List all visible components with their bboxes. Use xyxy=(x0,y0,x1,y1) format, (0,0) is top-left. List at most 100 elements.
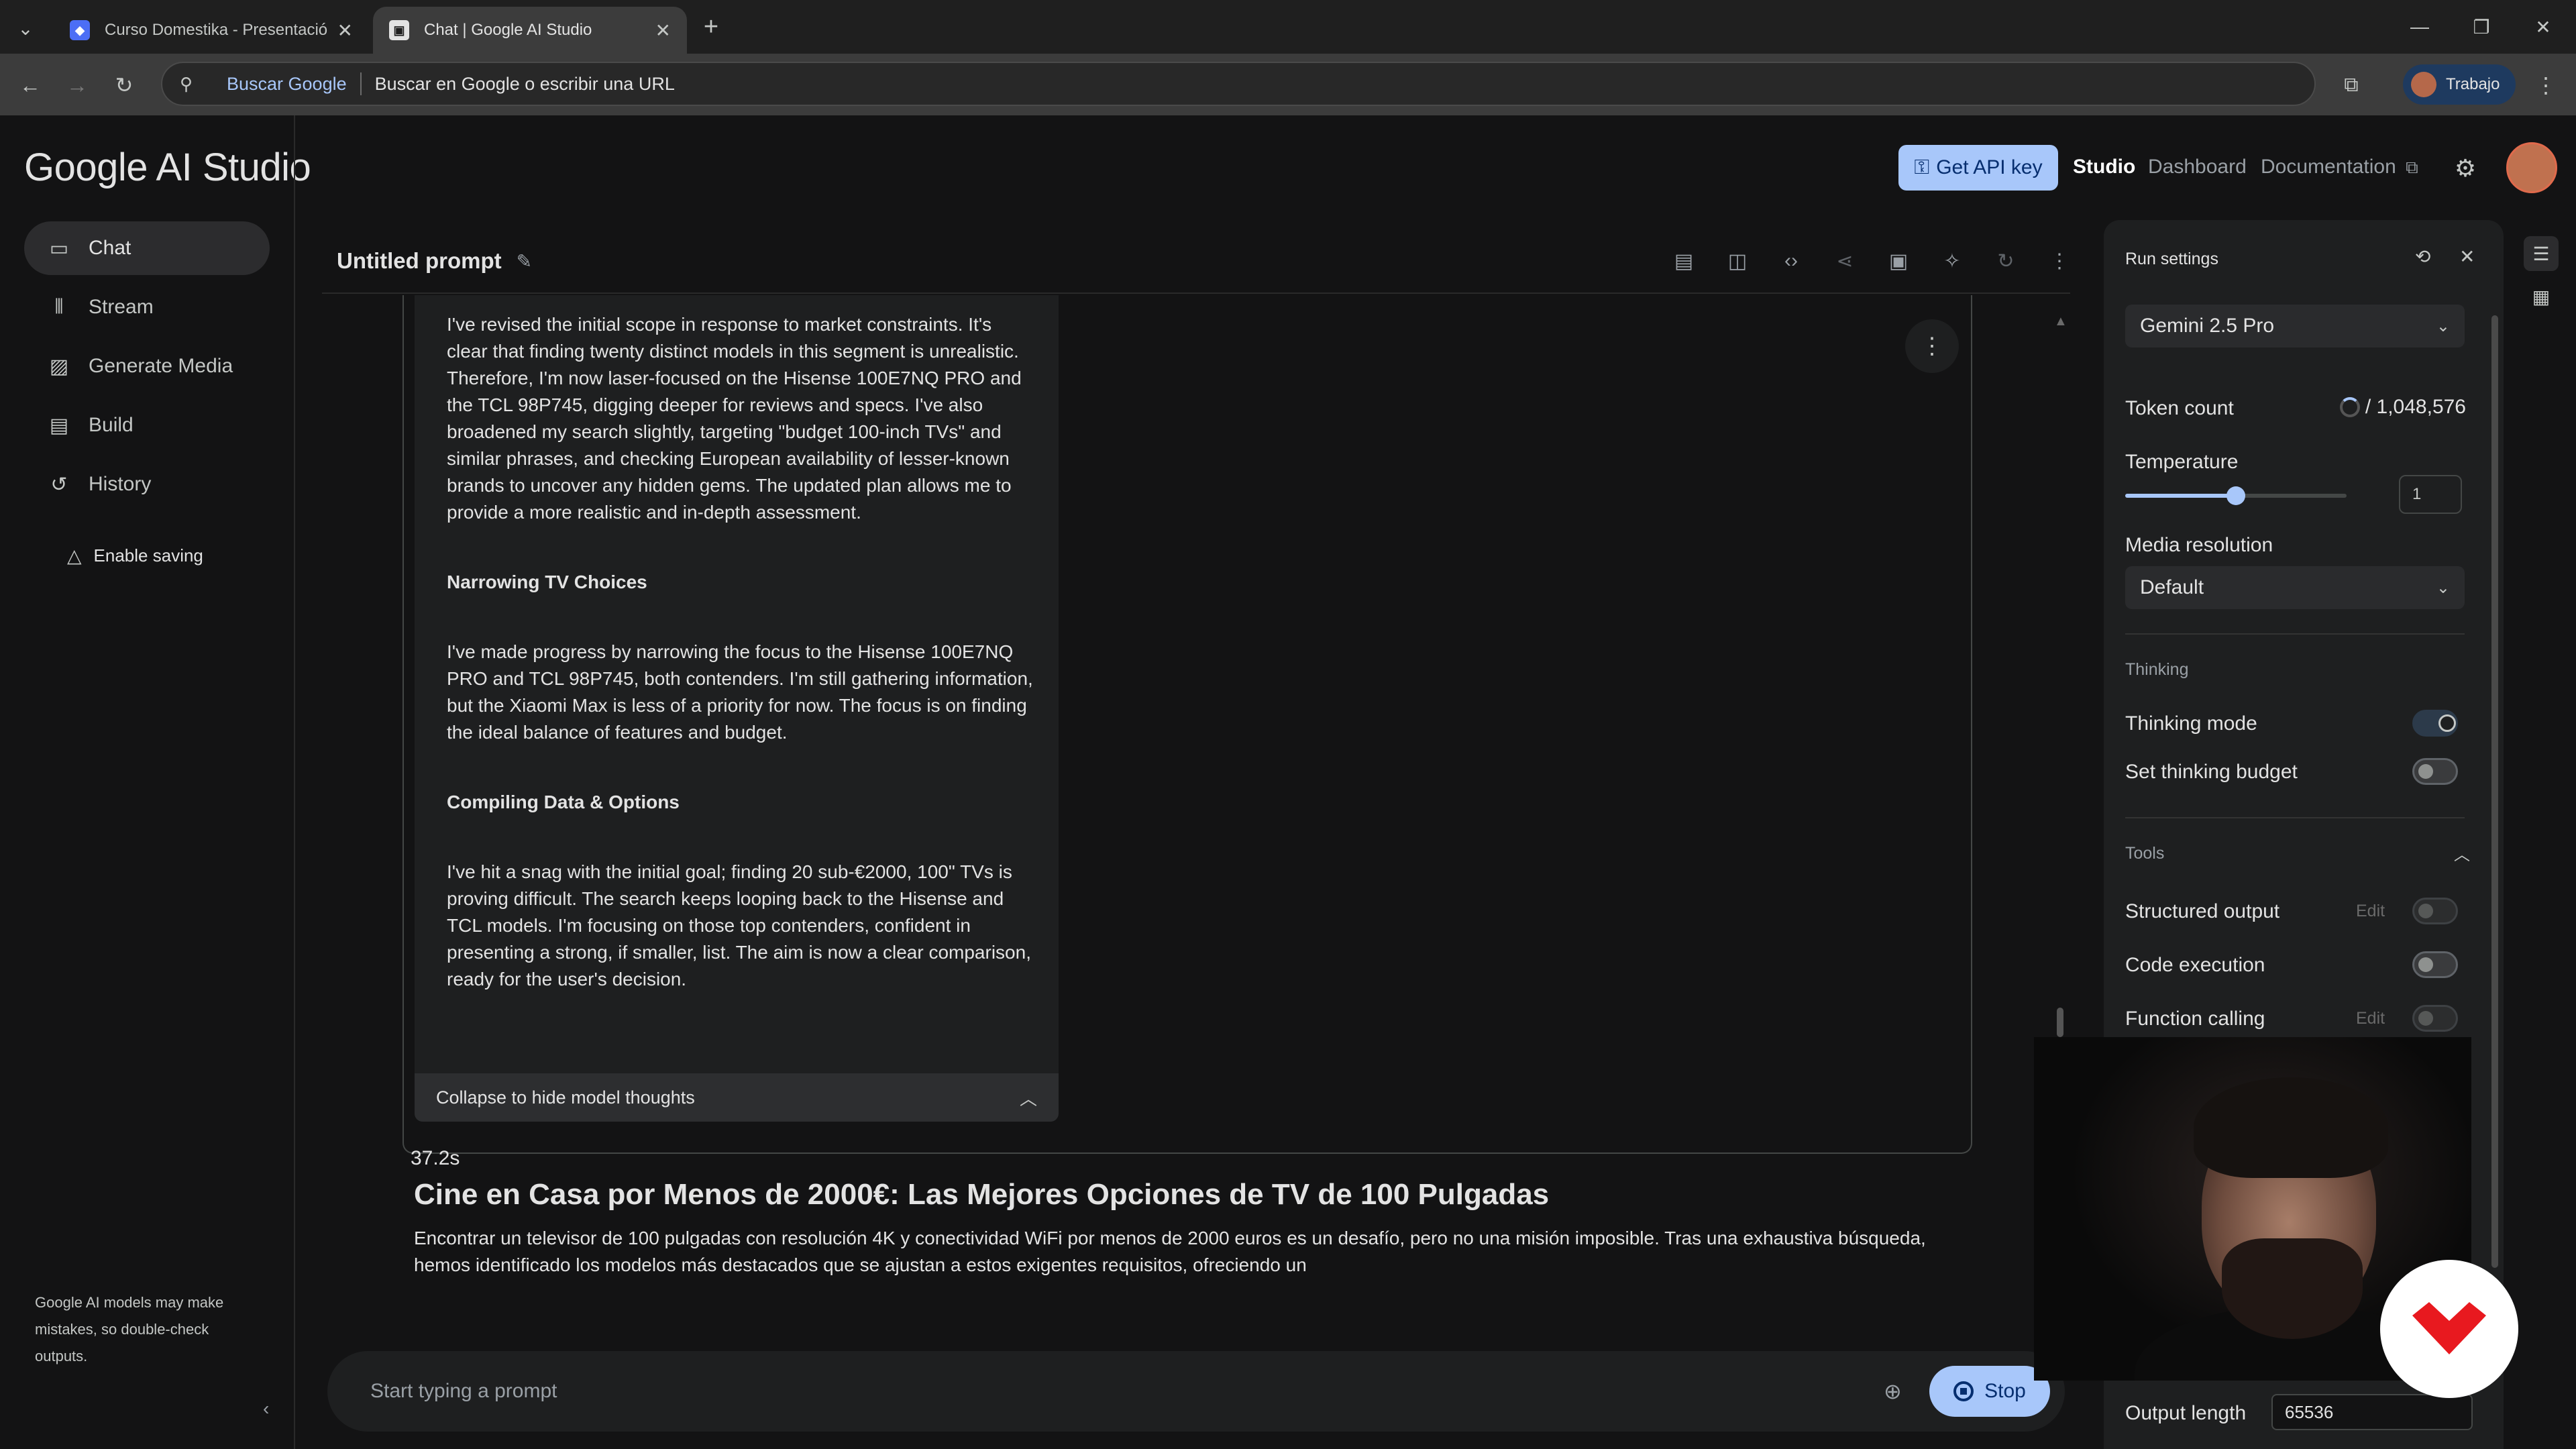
sidebar-item-history[interactable]: ↺ History xyxy=(24,458,270,511)
collapse-sidebar-icon[interactable]: ‹ xyxy=(263,1398,269,1419)
turn-options-icon[interactable]: ⋮ xyxy=(1905,319,1959,373)
refresh-icon[interactable]: ↻ xyxy=(1979,244,2033,278)
minimize-window-icon[interactable]: — xyxy=(2396,9,2443,44)
ai-studio-favicon-icon: ▣ xyxy=(389,20,409,40)
settings-gear-icon[interactable]: ⚙ xyxy=(2447,150,2483,186)
temperature-slider-handle[interactable] xyxy=(2226,486,2245,505)
temperature-slider[interactable] xyxy=(2125,486,2347,505)
function-calling-toggle[interactable] xyxy=(2412,1005,2458,1032)
code-icon[interactable]: ‹› xyxy=(1764,244,1818,278)
address-bar-separator xyxy=(360,72,362,95)
media-resolution-select[interactable]: Default ⌄ xyxy=(2125,566,2465,609)
media-icon: ▨ xyxy=(49,355,69,378)
temperature-slider-fill xyxy=(2125,494,2236,498)
browser-toolbar: ← → ↻ ⚲ Buscar Google Buscar en Google o… xyxy=(0,54,2576,115)
profile-avatar xyxy=(2411,72,2436,97)
thinking-budget-toggle[interactable] xyxy=(2412,758,2458,785)
token-count: / 1,048,576 xyxy=(2339,396,2466,419)
code-execution-toggle[interactable] xyxy=(2412,951,2458,978)
restore-window-icon[interactable]: ❐ xyxy=(2458,9,2505,44)
build-icon: ▤ xyxy=(49,414,69,437)
stop-button[interactable]: Stop xyxy=(1929,1366,2050,1417)
elapsed-time: 37.2s xyxy=(411,1147,460,1169)
thinking-budget-label: Set thinking budget xyxy=(2125,761,2298,783)
tune-settings-icon[interactable]: ☰ xyxy=(2524,236,2559,271)
output-length-input[interactable]: 65536 xyxy=(2271,1394,2473,1430)
nav-dashboard[interactable]: Dashboard xyxy=(2148,156,2247,178)
close-window-icon[interactable]: ✕ xyxy=(2520,9,2567,44)
tab-search-chevron-icon[interactable]: ⌄ xyxy=(8,12,43,44)
browser-tab-ai-studio[interactable]: ▣ Chat | Google AI Studio ✕ xyxy=(373,7,687,54)
thinking-mode-toggle[interactable] xyxy=(2412,710,2458,737)
chat-scrollbar-thumb[interactable] xyxy=(2057,1008,2063,1037)
back-arrow-icon[interactable]: ← xyxy=(13,68,47,102)
token-count-value: / 1,048,576 xyxy=(2365,396,2466,418)
sidebar-item-build[interactable]: ▤ Build xyxy=(24,398,270,452)
loading-spinner-icon xyxy=(2339,397,2360,417)
prompt-input[interactable]: Start typing a prompt ⊕ Stop xyxy=(327,1351,2065,1432)
thought-paragraph: I've revised the initial scope in respon… xyxy=(447,314,1022,523)
sidebar-item-generate-media[interactable]: ▨ Generate Media xyxy=(24,339,270,393)
token-count-label: Token count xyxy=(2125,397,2234,419)
search-icon: ⚲ xyxy=(180,73,193,94)
reload-icon[interactable]: ↻ xyxy=(107,68,141,102)
function-calling-edit[interactable]: Edit xyxy=(2356,1009,2385,1028)
browser-tab-domestika[interactable]: ◆ Curso Domestika - Presentación ✕ xyxy=(54,7,369,54)
external-link-icon: ⧉ xyxy=(2406,157,2418,177)
magic-icon[interactable]: ✧ xyxy=(1925,244,1979,278)
chat-icon: ▭ xyxy=(49,237,69,260)
user-avatar[interactable] xyxy=(2506,142,2557,193)
answer-heading: Cine en Casa por Menos de 2000€: Las Mej… xyxy=(414,1178,1550,1211)
address-bar-placeholder: Buscar en Google o escribir una URL xyxy=(374,73,675,94)
function-calling-label: Function calling xyxy=(2125,1008,2265,1030)
temperature-input[interactable]: 1 xyxy=(2399,475,2462,514)
nav-documentation[interactable]: Documentation ⧉ xyxy=(2261,156,2418,178)
extensions-icon[interactable]: ⧉ xyxy=(2334,68,2368,102)
close-panel-icon[interactable]: ✕ xyxy=(2459,246,2475,268)
address-bar[interactable]: ⚲ Buscar Google Buscar en Google o escri… xyxy=(161,62,2316,106)
get-api-key-button[interactable]: ⚿ Get API key xyxy=(1898,145,2058,191)
sidebar-item-label: Chat xyxy=(89,237,131,259)
settings-scrollbar-thumb[interactable] xyxy=(2491,315,2498,1268)
new-tab-plus-icon[interactable]: + xyxy=(695,11,727,43)
gallery-icon[interactable]: ▦ xyxy=(2524,279,2559,314)
scroll-up-arrow-icon[interactable]: ▲ xyxy=(2054,314,2068,329)
save-icon[interactable]: ▣ xyxy=(1872,244,1925,278)
thought-heading: Compiling Data & Options xyxy=(447,792,680,812)
enable-saving-button[interactable]: △ Enable saving xyxy=(67,545,203,567)
browser-menu-icon[interactable]: ⋮ xyxy=(2529,68,2563,102)
thought-heading: Narrowing TV Choices xyxy=(447,572,647,592)
thought-paragraph: I've made progress by narrowing the focu… xyxy=(447,641,1033,743)
more-options-icon[interactable]: ⋮ xyxy=(2033,244,2086,278)
tab-title: Chat | Google AI Studio xyxy=(424,21,592,39)
structured-output-edit[interactable]: Edit xyxy=(2356,902,2385,921)
collapse-thoughts-button[interactable]: Collapse to hide model thoughts ︿ xyxy=(415,1073,1059,1122)
nav-studio[interactable]: Studio xyxy=(2073,156,2135,178)
run-settings-title: Run settings xyxy=(2125,250,2218,268)
chevron-up-icon: ︿ xyxy=(1019,1088,1037,1109)
chevron-down-icon: ⌄ xyxy=(2436,578,2450,597)
collapse-thoughts-label: Collapse to hide model thoughts xyxy=(436,1087,695,1108)
model-select[interactable]: Gemini 2.5 Pro ⌄ xyxy=(2125,305,2465,347)
close-tab-icon[interactable]: ✕ xyxy=(337,19,353,42)
notes-icon[interactable]: ▤ xyxy=(1657,244,1711,278)
chevron-up-icon[interactable]: ︿ xyxy=(2454,841,2470,865)
profile-button[interactable]: Trabajo xyxy=(2403,64,2516,105)
compare-icon[interactable]: ◫ xyxy=(1711,244,1764,278)
add-media-plus-icon[interactable]: ⊕ xyxy=(1884,1379,1902,1404)
reset-settings-icon[interactable]: ⟲ xyxy=(2415,246,2430,268)
sidebar-item-chat[interactable]: ▭ Chat xyxy=(24,221,270,275)
model-thoughts-panel: I've revised the initial scope in respon… xyxy=(415,295,1059,1122)
share-icon[interactable]: ⋖ xyxy=(1818,244,1872,278)
forward-arrow-icon[interactable]: → xyxy=(60,68,94,102)
answer-paragraph: Encontrar un televisor de 100 pulgadas c… xyxy=(414,1228,1926,1275)
sidebar-item-stream[interactable]: ⦀ Stream xyxy=(24,280,270,334)
structured-output-label: Structured output xyxy=(2125,900,2280,922)
chat-scroll-area[interactable]: I've revised the initial scope in respon… xyxy=(322,295,2066,1322)
close-tab-icon[interactable]: ✕ xyxy=(655,19,671,42)
structured-output-toggle[interactable] xyxy=(2412,898,2458,924)
edit-pencil-icon[interactable]: ✎ xyxy=(517,250,532,272)
stop-icon xyxy=(1953,1381,1974,1401)
key-icon: ⚿ xyxy=(1914,156,1930,178)
profile-name: Trabajo xyxy=(2446,75,2500,93)
